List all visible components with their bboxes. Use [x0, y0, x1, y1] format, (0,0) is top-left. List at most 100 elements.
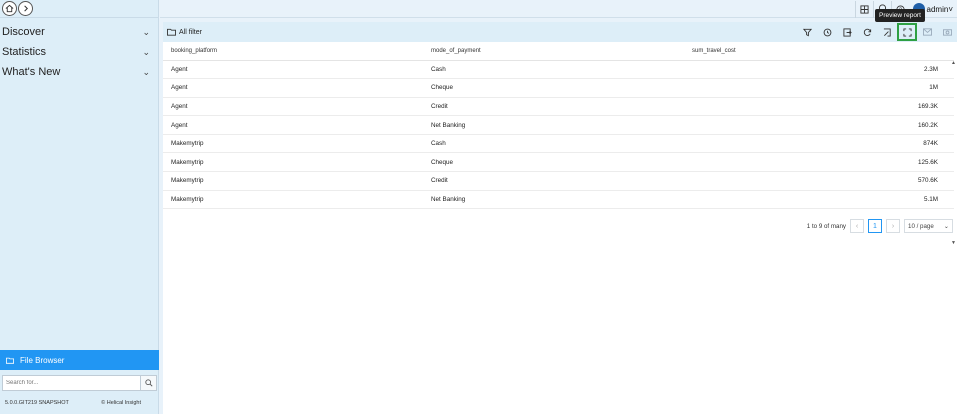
chevron-down-icon: ⌄ [943, 222, 949, 230]
table-row: Makemytrip Credit 570.6K [163, 171, 954, 191]
home-button[interactable] [2, 1, 17, 16]
screenshot-button[interactable] [937, 23, 957, 41]
column-header[interactable]: sum_travel_cost [684, 42, 954, 61]
refresh-icon [863, 28, 871, 36]
table-cell: 169.3K [684, 97, 954, 117]
page-size-value: 10 / page [908, 222, 934, 230]
file-browser-button[interactable]: File Browser [0, 350, 159, 370]
table-row: Agent Credit 169.3K [163, 97, 954, 117]
report-table-wrap: booking_platform mode_of_payment sum_tra… [163, 42, 957, 246]
collapse-sidebar-button[interactable] [18, 1, 33, 16]
table-cell: 2.3M [684, 60, 954, 80]
chevron-right-icon: › [891, 222, 895, 230]
table-cell: Cash [423, 60, 684, 80]
email-button[interactable] [917, 23, 937, 41]
sidebar-top [0, 0, 158, 18]
table-row: Agent Cheque 1M [163, 78, 954, 98]
export-button[interactable] [837, 23, 857, 41]
table-cell: 5.1M [684, 190, 954, 210]
scroll-down-icon[interactable]: ▼ [951, 240, 956, 246]
sidebar: Discover ⌄ Statistics ⌄ What's New ⌄ Fil… [0, 0, 159, 414]
search-button[interactable] [140, 376, 156, 390]
table-cell: Makemytrip [163, 134, 423, 154]
table-cell: Net Banking [423, 190, 684, 210]
next-page-button[interactable]: › [886, 219, 900, 233]
sidebar-footer: 5.0.0.GIT219 SNAPSHOT © Helical Insight [0, 397, 159, 409]
history-button[interactable] [817, 23, 837, 41]
sidebar-item-label: What's New [2, 66, 61, 78]
sidebar-nav: Discover ⌄ Statistics ⌄ What's New ⌄ [0, 22, 158, 82]
table-cell: Makemytrip [163, 190, 423, 210]
pagination-range: 1 to 9 of many [806, 222, 846, 230]
sidebar-item-label: Discover [2, 26, 45, 38]
table-row: Makemytrip Cheque 125.6K [163, 152, 954, 173]
table-cell: Net Banking [423, 115, 684, 135]
table-cell: Agent [163, 60, 423, 80]
table-cell: Agent [163, 78, 423, 98]
sidebar-search [2, 375, 157, 391]
filter-icon [802, 28, 812, 36]
chevron-left-icon: ‹ [855, 222, 859, 230]
filter-button[interactable] [797, 23, 817, 41]
table-cell: 874K [684, 134, 954, 154]
preview-report-button[interactable] [897, 23, 917, 41]
refresh-button[interactable] [857, 23, 877, 41]
report-toolbar: All filter Preview report [163, 9, 957, 42]
home-icon [5, 4, 14, 13]
all-filter-label: All filter [179, 28, 202, 36]
table-cell: 1M [684, 78, 954, 98]
table-cell: 570.6K [684, 171, 954, 191]
report-tools [797, 22, 957, 42]
chevron-down-icon: ⌄ [142, 66, 150, 77]
chevron-down-icon: ⌄ [142, 46, 150, 57]
apps-button[interactable] [854, 0, 873, 18]
page-size-select[interactable]: 10 / page ⌄ [904, 219, 953, 233]
table-row: Makemytrip Cash 874K [163, 134, 954, 154]
table-cell: Agent [163, 115, 423, 135]
table-row: Agent Cash 2.3M [163, 60, 954, 80]
table-cell: Credit [423, 171, 684, 191]
scroll-up-icon[interactable]: ▲ [951, 60, 956, 66]
topbar: ? admin˅ [160, 0, 957, 18]
report-panel: All filter Preview report booking_platfo… [163, 9, 957, 414]
prev-page-button[interactable]: ‹ [850, 219, 864, 233]
open-external-icon [883, 27, 891, 37]
open-report-button[interactable] [877, 23, 897, 41]
table-cell: Cheque [423, 78, 684, 98]
fullscreen-icon [902, 27, 912, 37]
brand-text: © Helical Insight [101, 400, 141, 406]
export-icon [842, 27, 852, 37]
sidebar-item-label: Statistics [2, 46, 47, 58]
preview-report-tooltip: Preview report [875, 9, 925, 22]
camera-icon [942, 29, 952, 36]
table-cell: Agent [163, 97, 423, 117]
grid-icon [859, 4, 869, 14]
mail-icon [922, 28, 932, 36]
current-page-button[interactable]: 1 [868, 219, 882, 233]
table-cell: Makemytrip [163, 171, 423, 191]
user-menu[interactable]: admin˅ [927, 5, 953, 14]
sidebar-item-discover[interactable]: Discover ⌄ [0, 22, 158, 42]
report-table: booking_platform mode_of_payment sum_tra… [163, 42, 954, 210]
sidebar-item-whats-new[interactable]: What's New ⌄ [0, 62, 158, 82]
table-cell: Cheque [423, 152, 684, 173]
file-browser-label: File Browser [20, 355, 65, 365]
folder-icon [6, 357, 14, 364]
chevron-down-icon: ⌄ [142, 26, 150, 37]
search-input[interactable] [3, 376, 140, 390]
table-row: Agent Net Banking 160.2K [163, 115, 954, 135]
brand-name: Helical Insight [106, 400, 141, 406]
sidebar-item-statistics[interactable]: Statistics ⌄ [0, 42, 158, 62]
table-cell: Cash [423, 134, 684, 154]
pagination: 1 to 9 of many ‹ 1 › 10 / page ⌄ [807, 218, 953, 234]
table-row: Makemytrip Net Banking 5.1M [163, 190, 954, 210]
all-filter-button[interactable]: All filter [163, 28, 202, 36]
table-cell: 125.6K [684, 152, 954, 173]
table-header-row: booking_platform mode_of_payment sum_tra… [163, 42, 954, 61]
table-cell: Makemytrip [163, 152, 423, 173]
table-cell: Credit [423, 97, 684, 117]
column-header[interactable]: mode_of_payment [423, 42, 684, 61]
version-text: 5.0.0.GIT219 SNAPSHOT [5, 400, 69, 406]
column-header[interactable]: booking_platform [163, 42, 423, 61]
clock-icon [823, 28, 831, 36]
